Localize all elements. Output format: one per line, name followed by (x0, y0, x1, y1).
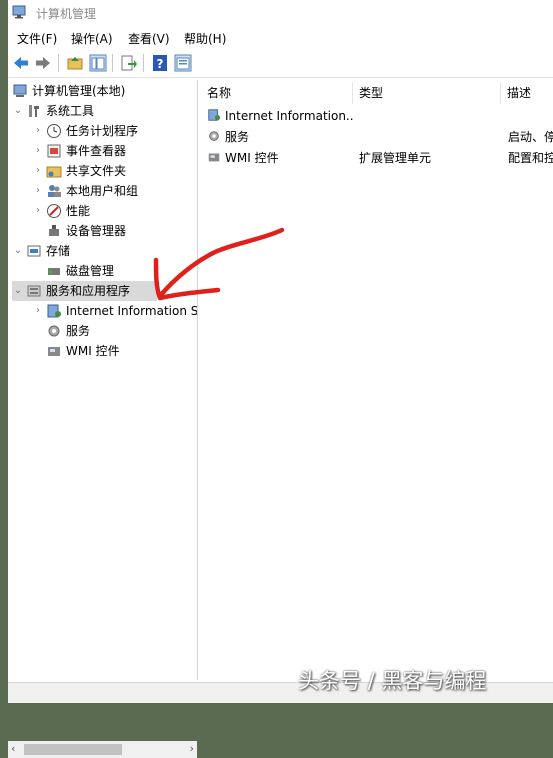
properties-icon[interactable] (174, 54, 192, 72)
chevron-right-icon[interactable]: › (32, 121, 44, 141)
iis-icon (47, 304, 61, 318)
help-icon[interactable]: ? (151, 54, 169, 72)
computer-management-icon (12, 5, 26, 19)
tree-item-local-users[interactable]: › 本地用户和组 (32, 181, 195, 201)
menu-help[interactable]: 帮助(H) (184, 30, 226, 47)
row-name: Internet Information... (225, 109, 353, 123)
tree-item-services-and-applications[interactable]: ⌄ 服务和应用程序 (12, 281, 157, 301)
up-folder-icon[interactable] (66, 54, 84, 72)
forward-icon[interactable] (34, 54, 52, 72)
users-icon (48, 185, 61, 197)
chevron-right-icon[interactable]: › (32, 181, 44, 201)
chevron-right-icon[interactable]: › (32, 141, 44, 161)
tree-item-shared-folders[interactable]: › 共享文件夹 (32, 161, 195, 181)
event-viewer-icon (47, 144, 61, 158)
tree-item-iis[interactable]: › Internet Information S (32, 301, 197, 321)
device-manager-icon (49, 225, 59, 236)
column-header-name[interactable]: 名称 (201, 82, 353, 104)
gear-icon (48, 325, 60, 337)
tree-item-task-scheduler[interactable]: › 任务计划程序 (32, 121, 195, 141)
window-title: 计算机管理 (36, 7, 97, 21)
back-icon[interactable] (12, 54, 30, 72)
clock-icon (47, 124, 61, 138)
toolbar: ? (8, 50, 553, 78)
chevron-down-icon[interactable]: ⌄ (12, 241, 24, 261)
tree-item-root[interactable]: 计算机管理(本地) (10, 81, 195, 101)
gear-icon (209, 131, 219, 141)
iis-icon (208, 109, 221, 121)
chevron-right-icon[interactable]: › (32, 201, 44, 221)
scroll-left-icon[interactable]: ‹ (11, 742, 15, 755)
scrollbar-thumb[interactable] (24, 744, 122, 755)
tree-item-services[interactable]: 服务 (32, 321, 195, 341)
menu-file[interactable]: 文件(F) (17, 30, 57, 47)
chevron-down-icon[interactable]: ⌄ (12, 281, 24, 301)
toolbar-separator (112, 54, 113, 72)
svg-text:?: ? (157, 57, 164, 71)
details-list[interactable]: 名称 类型 描述 Internet Information... 服务 启动、停 (201, 80, 553, 680)
tree-item-wmi-control[interactable]: WMI 控件 (32, 341, 195, 361)
title-bar[interactable]: 计算机管理 (8, 0, 553, 26)
storage-icon (27, 245, 41, 257)
show-tree-icon[interactable] (89, 54, 107, 72)
wmi-icon (208, 153, 220, 162)
tree-item-system-tools[interactable]: ⌄ 系统工具 (12, 101, 195, 121)
shared-folder-icon (46, 166, 62, 178)
toolbar-separator (143, 54, 144, 72)
computer-management-window: 计算机管理 文件(F) 操作(A) 查看(V) 帮助(H) ? 计算机管理(本地… (8, 0, 553, 758)
tree-item-disk-management[interactable]: 磁盘管理 (32, 261, 195, 281)
menu-action[interactable]: 操作(A) (71, 30, 113, 47)
export-icon[interactable] (120, 54, 138, 72)
tree-item-device-manager[interactable]: 设备管理器 (32, 221, 195, 241)
row-type: 扩展管理单元 (359, 151, 432, 165)
watermark: 头条号 / 黑客与编程 (298, 669, 487, 693)
chevron-right-icon[interactable]: › (32, 161, 44, 181)
wmi-icon (48, 347, 60, 356)
system-tools-icon (29, 105, 39, 117)
chevron-right-icon[interactable]: › (32, 301, 44, 321)
tree-item-performance[interactable]: › 性能 (32, 201, 195, 221)
menu-bar: 文件(F) 操作(A) 查看(V) 帮助(H) (8, 28, 553, 48)
tree-item-event-viewer[interactable]: › 事件查看器 (32, 141, 195, 161)
computer-management-icon (13, 84, 27, 97)
toolbar-separator (58, 54, 59, 72)
tree-item-storage[interactable]: ⌄ 存储 (12, 241, 195, 261)
chevron-down-icon[interactable]: ⌄ (12, 101, 24, 121)
row-description: 配置和控 (508, 151, 553, 165)
console-tree[interactable]: 计算机管理(本地) ⌄ 系统工具 › 任务计划程序 › 事件查看器 › 共享文件… (8, 80, 198, 758)
tree-horizontal-scrollbar[interactable]: ‹ › (8, 741, 197, 758)
row-name: 服务 (225, 130, 250, 144)
disk-icon (48, 268, 60, 275)
performance-icon (47, 204, 61, 218)
menu-view[interactable]: 查看(V) (128, 30, 170, 47)
scroll-right-icon[interactable]: › (190, 742, 194, 755)
services-apps-icon (27, 285, 41, 297)
row-description: 启动、停 (508, 130, 553, 144)
column-header-type[interactable]: 类型 (353, 82, 501, 104)
row-name: WMI 控件 (225, 151, 279, 165)
column-header-description[interactable]: 描述 (501, 82, 553, 104)
